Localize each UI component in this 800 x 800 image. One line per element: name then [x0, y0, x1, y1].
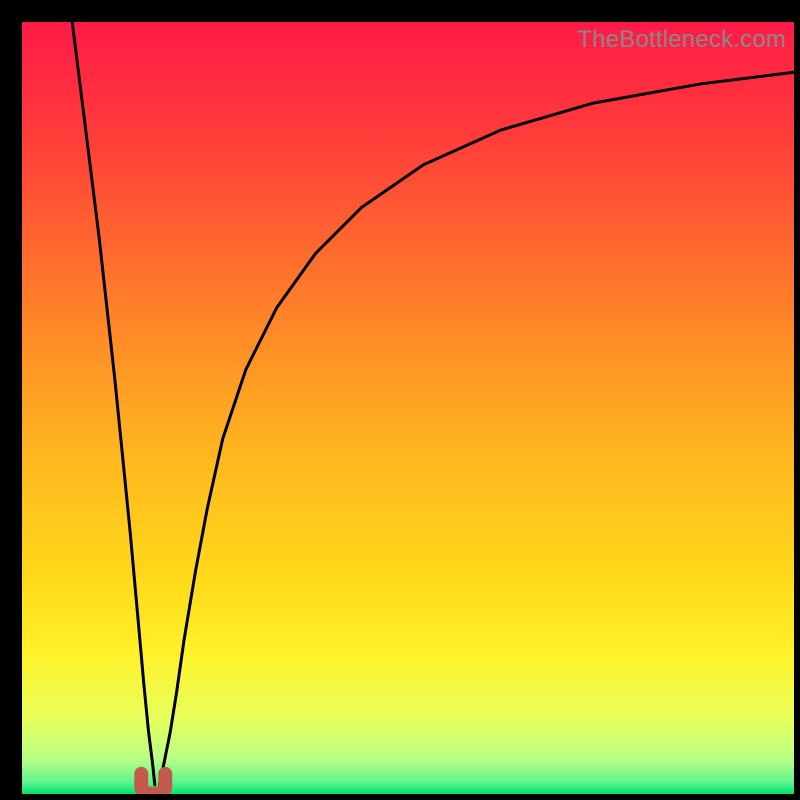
watermark-label: TheBottleneck.com: [577, 26, 786, 54]
chart-frame: TheBottleneck.com: [22, 22, 794, 794]
gradient-background: [22, 22, 794, 794]
bottleneck-chart: [22, 22, 794, 794]
